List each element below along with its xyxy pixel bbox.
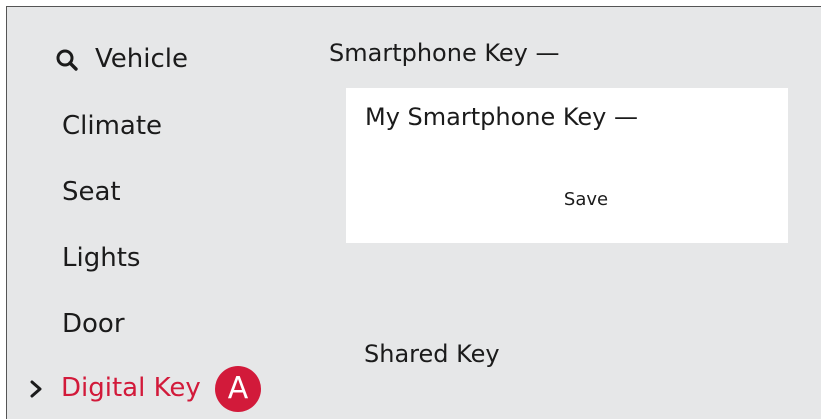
sidebar-item-vehicle[interactable]: Vehicle [95,44,188,74]
callout-badge-a: A [215,366,261,412]
search-icon[interactable] [55,48,79,72]
sidebar-item-door[interactable]: Door [62,309,125,339]
chevron-right-icon [30,380,42,398]
shared-key-title[interactable]: Shared Key [364,340,500,368]
my-smartphone-key-title: My Smartphone Key — [365,103,639,131]
sidebar-item-digital-key[interactable]: Digital Key [61,373,201,403]
my-smartphone-key-card[interactable]: My Smartphone Key — Save [346,88,788,243]
smartphone-key-title: Smartphone Key — [329,39,560,67]
save-button[interactable]: Save [564,189,608,210]
sidebar-item-climate[interactable]: Climate [62,111,162,141]
sidebar-item-seat[interactable]: Seat [62,177,121,207]
sidebar-item-lights[interactable]: Lights [62,243,140,273]
